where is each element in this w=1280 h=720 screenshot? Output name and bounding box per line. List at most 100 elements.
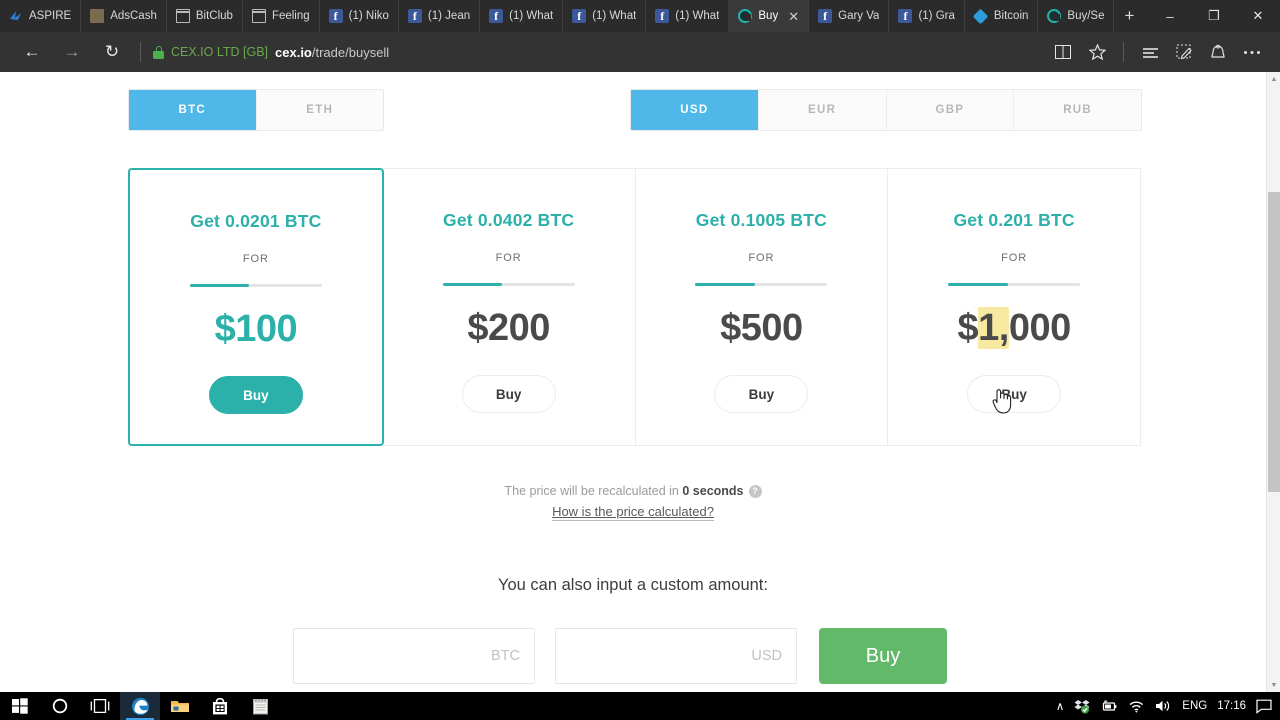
card-progress-bar (948, 283, 1081, 286)
facebook-icon: f (407, 9, 422, 23)
card-buy-button[interactable]: Buy (461, 375, 556, 413)
store-icon[interactable] (200, 692, 240, 720)
forward-button[interactable]: → (52, 36, 92, 68)
scroll-up-button[interactable]: ▲ (1267, 72, 1280, 86)
refresh-button[interactable]: ↻ (92, 36, 132, 68)
help-icon[interactable]: ? (748, 484, 762, 498)
custom-buy-button[interactable]: Buy (819, 628, 947, 684)
card-price-value: 100 (235, 308, 298, 350)
recalc-prefix: The price will be recalculated in (504, 484, 683, 498)
browser-tab[interactable]: ASPIRE (0, 0, 82, 32)
url-domain: cex.io (275, 44, 312, 60)
scroll-down-button[interactable]: ▼ (1267, 678, 1280, 692)
cortana-icon[interactable] (40, 692, 80, 720)
file-explorer-icon[interactable] (160, 692, 200, 720)
browser-tab[interactable]: AdsCash (81, 0, 167, 32)
card-buy-button[interactable]: Buy (714, 375, 809, 413)
browser-tab[interactable]: f (1) Gra (889, 0, 965, 32)
browser-tab[interactable]: f (1) Jean (399, 0, 481, 32)
custom-amount-title: You can also input a custom amount: (498, 576, 768, 594)
web-note-icon[interactable] (1168, 36, 1200, 68)
new-tab-button[interactable]: + (1114, 0, 1144, 32)
browser-tab[interactable]: Feeling (243, 0, 320, 32)
card-price: $100 (215, 308, 298, 351)
card-price-value: 500 (740, 307, 803, 349)
page-scrollbar[interactable]: ▲ ▼ (1266, 72, 1280, 692)
crypto-amount-input[interactable]: BTC (293, 628, 535, 684)
price-card[interactable]: Get 0.1005 BTC FOR $500 Buy (635, 169, 889, 445)
browser-tab[interactable]: BitClub (167, 0, 243, 32)
dropbox-icon[interactable] (1074, 699, 1090, 714)
toolbar-icons (1047, 36, 1268, 68)
back-button[interactable]: ← (12, 36, 52, 68)
fiat-selector: USD EUR GBP RUB (630, 89, 1142, 131)
task-view-icon[interactable] (80, 692, 120, 720)
browser-tab-label: (1) What (509, 10, 554, 22)
notepad-icon[interactable] (240, 692, 280, 720)
selector-tab-eur[interactable]: EUR (758, 90, 887, 130)
facebook-icon: f (898, 9, 913, 23)
adscash-icon (90, 9, 105, 23)
url-path: /trade/buysell (311, 44, 390, 60)
address-bar[interactable]: CEX.IO LTD [GB] cex.io/trade/buysell (149, 36, 1047, 68)
volume-icon[interactable] (1155, 699, 1172, 713)
browser-tab[interactable]: f (1) What (480, 0, 564, 32)
more-icon[interactable] (1236, 36, 1268, 68)
card-buy-button[interactable]: Buy (967, 375, 1062, 413)
browser-tab[interactable]: f (1) What (563, 0, 647, 32)
system-tray: ∧ ENG 17:16 (1056, 699, 1280, 714)
wifi-icon[interactable] (1128, 700, 1145, 713)
selector-tab-usd[interactable]: USD (631, 90, 759, 130)
tray-clock[interactable]: 17:16 (1217, 700, 1246, 712)
action-center-icon[interactable] (1256, 699, 1272, 714)
tab-strip: ASPIRE AdsCash BitClub Feeling f (1) Niko f (1)… (0, 0, 1280, 32)
card-for-label: FOR (495, 252, 522, 264)
how-price-calculated-link[interactable]: How is the price calculated? (552, 504, 714, 521)
selector-tab-rub[interactable]: RUB (1014, 90, 1141, 130)
minimize-button[interactable]: – (1148, 0, 1192, 32)
card-progress-fill (442, 283, 503, 286)
card-get-amount: Get 0.201 BTC (953, 210, 1075, 230)
card-progress-bar (442, 283, 575, 286)
start-icon[interactable] (0, 692, 40, 720)
restore-button[interactable]: ❐ (1192, 0, 1236, 32)
tray-language[interactable]: ENG (1182, 700, 1207, 712)
selector-tab-gbp[interactable]: GBP (886, 90, 1015, 130)
url-text: cex.io/trade/buysell (275, 45, 389, 60)
browser-tab[interactable]: Buy/Se (1038, 0, 1115, 32)
browser-tab-label: Bitcoin (993, 10, 1029, 22)
card-price: $500 (720, 307, 803, 350)
browser-tab[interactable]: f (1) What (646, 0, 730, 32)
favorites-star-icon[interactable] (1081, 36, 1113, 68)
close-window-button[interactable]: ✕ (1236, 0, 1280, 32)
hub-icon[interactable] (1134, 36, 1166, 68)
selector-tab-eth[interactable]: ETH (256, 90, 383, 130)
toolbar-divider-2 (1123, 42, 1124, 62)
reading-view-icon[interactable] (1047, 36, 1079, 68)
scrollbar-thumb[interactable] (1268, 192, 1280, 492)
card-buy-button[interactable]: Buy (208, 376, 303, 414)
share-icon[interactable] (1202, 36, 1234, 68)
browser-tab-label: (1) What (675, 10, 720, 22)
card-get-amount: Get 0.0402 BTC (443, 210, 575, 230)
card-price-suffix: 000 (1008, 307, 1071, 349)
price-card[interactable]: Get 0.201 BTC FOR $1,000 Buy (888, 169, 1140, 445)
price-card[interactable]: Get 0.0402 BTC FOR $200 Buy (382, 169, 636, 445)
tab-close-icon[interactable]: ✕ (788, 10, 799, 23)
card-progress-fill (695, 283, 755, 286)
power-icon[interactable] (1100, 700, 1118, 713)
browser-tab[interactable]: f Gary Va (809, 0, 890, 32)
tray-chevron-icon[interactable]: ∧ (1056, 699, 1064, 713)
edge-icon[interactable] (120, 692, 160, 720)
windows-taskbar: ∧ ENG 17:16 (0, 692, 1280, 720)
card-progress-bar (695, 283, 828, 286)
selector-tab-btc[interactable]: BTC (129, 90, 257, 130)
card-for-label: FOR (242, 253, 269, 265)
browser-tab[interactable]: f (1) Niko (320, 0, 399, 32)
card-price-currency: $ (214, 308, 236, 350)
fiat-amount-input[interactable]: USD (555, 628, 797, 684)
price-card[interactable]: Get 0.0201 BTC FOR $100 Buy (128, 168, 384, 446)
browser-tab[interactable]: Bitcoin (965, 0, 1039, 32)
browser-tab-label: Buy (758, 10, 779, 22)
browser-tab[interactable]: Buy ✕ (729, 0, 810, 32)
